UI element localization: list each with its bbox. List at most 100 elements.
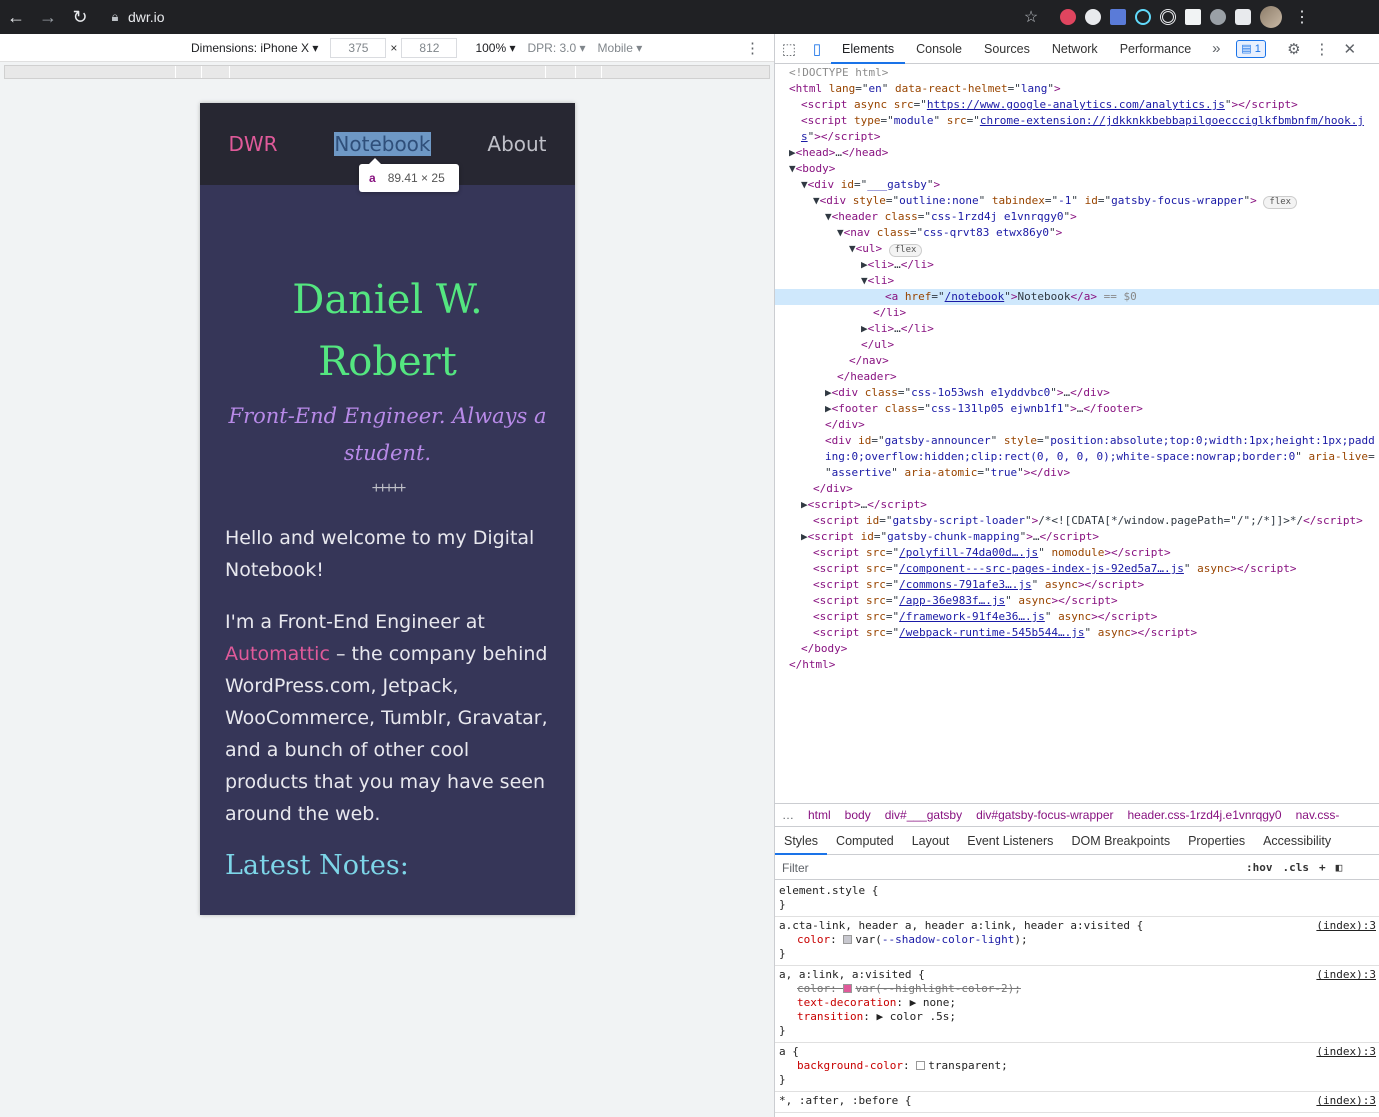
- media-query-bar[interactable]: [4, 65, 770, 79]
- rule-source-link[interactable]: (index):3: [1316, 1094, 1376, 1108]
- subtab-layout[interactable]: Layout: [903, 827, 959, 855]
- device-toolbar-menu-icon[interactable]: ⋮: [745, 39, 760, 57]
- dom-node[interactable]: </nav>: [775, 353, 1379, 369]
- tab-sources[interactable]: Sources: [973, 34, 1041, 64]
- dom-node[interactable]: </ul>: [775, 337, 1379, 353]
- sidebar-toggle-icon[interactable]: ◧: [1331, 861, 1348, 874]
- dom-node[interactable]: ▼<div id="___gatsby">: [775, 177, 1379, 193]
- extension-icon[interactable]: [1210, 9, 1226, 25]
- device-label[interactable]: Dimensions: iPhone X: [191, 41, 309, 55]
- dom-node[interactable]: <div id="gatsby-announcer" style="positi…: [775, 433, 1379, 449]
- subtab-computed[interactable]: Computed: [827, 827, 903, 855]
- device-select[interactable]: Dimensions: iPhone X ▾: [191, 41, 318, 55]
- dom-node[interactable]: </li>: [775, 305, 1379, 321]
- bookmark-star-icon[interactable]: ☆: [1016, 7, 1046, 27]
- site-logo-link[interactable]: DWR: [228, 132, 277, 156]
- settings-gear-icon[interactable]: ⚙: [1280, 40, 1308, 58]
- zoom-value[interactable]: 100%: [475, 41, 506, 55]
- dom-node[interactable]: ▼<header class="css-1rzd4j e1vnrqgy0">: [775, 209, 1379, 225]
- tab-network[interactable]: Network: [1041, 34, 1109, 64]
- dom-node[interactable]: ▶<script id="gatsby-chunk-mapping">…</sc…: [775, 529, 1379, 545]
- nav-link-about[interactable]: About: [487, 132, 546, 156]
- dom-node[interactable]: ▼<div style="outline:none" tabindex="-1"…: [775, 193, 1379, 209]
- dom-node[interactable]: ▶<li>…</li>: [775, 321, 1379, 337]
- style-property[interactable]: transition: ▶ color .5s;: [779, 1010, 1375, 1024]
- rule-source-link[interactable]: (index):3: [1316, 919, 1376, 933]
- zoom-select[interactable]: 100% ▾: [475, 41, 515, 55]
- filter-input[interactable]: Filter: [775, 861, 1241, 875]
- dom-node[interactable]: ing:0;overflow:hidden;clip:rect(0, 0, 0,…: [775, 449, 1379, 465]
- tab-elements[interactable]: Elements: [831, 34, 906, 64]
- rule-source-link[interactable]: (index):3: [1316, 968, 1376, 982]
- automattic-link[interactable]: Automattic: [225, 643, 330, 665]
- address-bar[interactable]: 🔒︎ dwr.io ☆: [102, 3, 1046, 31]
- dom-node[interactable]: <script type="module" src="chrome-extens…: [775, 113, 1379, 129]
- height-input[interactable]: 812: [401, 37, 458, 58]
- style-rule[interactable]: a {(index):3 background-color: transparen…: [775, 1043, 1379, 1092]
- dom-node[interactable]: ▶<script>…</script>: [775, 497, 1379, 513]
- throttle-select[interactable]: Mobile ▾: [598, 41, 643, 55]
- style-rule[interactable]: a, a:link, a:visited {(index):3 color: va…: [775, 966, 1379, 1043]
- rule-selector[interactable]: a {: [779, 1045, 1375, 1059]
- dom-node[interactable]: <script src="/framework-91f4e36….js" asy…: [775, 609, 1379, 625]
- close-icon[interactable]: ✕: [1336, 40, 1364, 58]
- browser-menu-icon[interactable]: ⋮: [1294, 7, 1310, 27]
- back-icon[interactable]: ←: [0, 0, 32, 34]
- hov-toggle[interactable]: :hov: [1241, 861, 1278, 874]
- dpr-value[interactable]: DPR: 3.0: [528, 41, 577, 55]
- breadcrumb-item[interactable]: body: [838, 808, 878, 822]
- breadcrumb-overflow-icon[interactable]: …: [775, 808, 801, 822]
- rule-selector[interactable]: a, a:link, a:visited {: [779, 968, 1375, 982]
- issues-badge[interactable]: ▤ 1: [1236, 39, 1266, 58]
- breadcrumb-item[interactable]: header.css-1rzd4j.e1vnrqgy0: [1121, 808, 1289, 822]
- profile-avatar[interactable]: [1260, 6, 1282, 28]
- more-tabs-icon[interactable]: »: [1202, 40, 1230, 57]
- subtab-dom-breakpoints[interactable]: DOM Breakpoints: [1062, 827, 1179, 855]
- dom-node[interactable]: ▶<div class="css-1o53wsh e1yddvbc0">…</d…: [775, 385, 1379, 401]
- dom-node[interactable]: <script async src="https://www.google-an…: [775, 97, 1379, 113]
- dom-node[interactable]: <script id="gatsby-script-loader">/*<![C…: [775, 513, 1379, 529]
- dom-node-selected[interactable]: <a href="/notebook">Notebook</a> == $0: [775, 289, 1379, 305]
- style-rule[interactable]: element.style {}: [775, 882, 1379, 917]
- dom-node[interactable]: ▼<ul> flex: [775, 241, 1379, 257]
- new-rule-icon[interactable]: +: [1314, 861, 1331, 874]
- dom-node[interactable]: ▶<head>…</head>: [775, 145, 1379, 161]
- rule-selector[interactable]: *, :after, :before {: [779, 1094, 1375, 1108]
- subtab-accessibility[interactable]: Accessibility: [1254, 827, 1340, 855]
- reload-icon[interactable]: ↻: [64, 0, 96, 34]
- puzzle-icon[interactable]: [1235, 9, 1251, 25]
- extension-icon[interactable]: [1185, 9, 1201, 25]
- dom-node[interactable]: ▶<footer class="css-131lp05 ejwnb1f1">…<…: [775, 401, 1379, 417]
- device-toggle-icon[interactable]: ▯: [803, 40, 831, 58]
- dom-node[interactable]: </div>: [775, 481, 1379, 497]
- extension-icon[interactable]: [1085, 9, 1101, 25]
- dpr-select[interactable]: DPR: 3.0 ▾: [528, 41, 586, 55]
- style-rule[interactable]: a.cta-link, header a, header a:link, hea…: [775, 917, 1379, 966]
- dom-node[interactable]: <html lang="en" data-react-helmet="lang"…: [775, 81, 1379, 97]
- rule-selector[interactable]: element.style {: [779, 884, 1375, 898]
- breadcrumb-item[interactable]: div#gatsby-focus-wrapper: [969, 808, 1120, 822]
- dom-node[interactable]: <script src="/component---src-pages-inde…: [775, 561, 1379, 577]
- subtab-event-listeners[interactable]: Event Listeners: [958, 827, 1062, 855]
- dom-node[interactable]: <script src="/polyfill-74da00d….js" nomo…: [775, 545, 1379, 561]
- dom-node[interactable]: </div>: [775, 417, 1379, 433]
- dom-node[interactable]: <script src="/webpack-runtime-545b544….j…: [775, 625, 1379, 641]
- inspect-element-icon[interactable]: ⬚: [775, 40, 803, 58]
- dom-tree[interactable]: <!DOCTYPE html> <html lang="en" data-reac…: [775, 65, 1379, 801]
- breadcrumb-item[interactable]: nav.css-: [1289, 808, 1347, 822]
- dom-node[interactable]: <!DOCTYPE html>: [775, 65, 1379, 81]
- dom-node[interactable]: </html>: [775, 657, 1379, 673]
- url-text[interactable]: dwr.io: [128, 9, 165, 25]
- extension-icon[interactable]: [1160, 9, 1176, 25]
- dom-node[interactable]: <script src="/app-36e983f….js" async></s…: [775, 593, 1379, 609]
- dom-node[interactable]: <script src="/commons-791afe3….js" async…: [775, 577, 1379, 593]
- extension-icon[interactable]: [1060, 9, 1076, 25]
- dom-node[interactable]: s"></script>: [775, 129, 1379, 145]
- style-property[interactable]: color: var(--highlight-color-2);: [779, 982, 1375, 996]
- subtab-styles[interactable]: Styles: [775, 827, 828, 855]
- tab-console[interactable]: Console: [905, 34, 973, 64]
- style-property[interactable]: background-color: transparent;: [779, 1059, 1375, 1073]
- dom-node[interactable]: "assertive" aria-atomic="true"></div>: [775, 465, 1379, 481]
- dom-node[interactable]: </body>: [775, 641, 1379, 657]
- forward-icon[interactable]: →: [32, 0, 64, 34]
